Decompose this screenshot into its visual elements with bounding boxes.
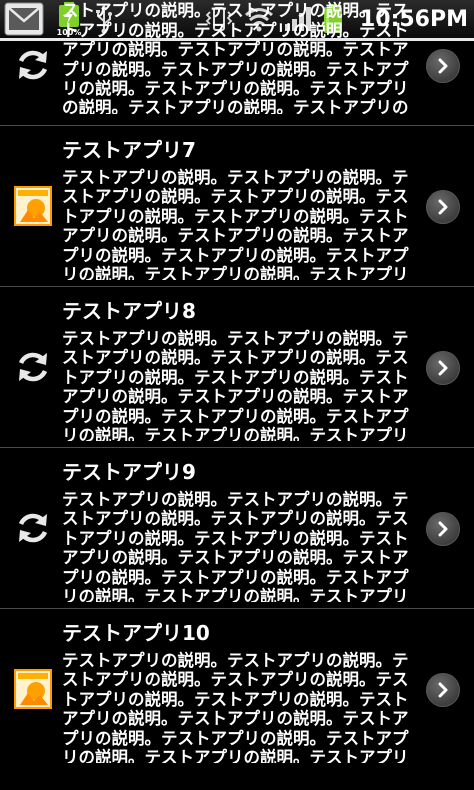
- image-app-icon: [14, 186, 52, 226]
- app-description: テストアプリの説明。テストアプリの説明。テストアプリの説明。テストアプリの説明。…: [62, 490, 409, 602]
- app-title: テストアプリ7: [62, 138, 196, 162]
- open-details-button[interactable]: [426, 351, 460, 385]
- app-title: テストアプリ9: [62, 460, 196, 484]
- sync-icon: [18, 50, 48, 80]
- app-title: テストアプリ10: [62, 621, 210, 645]
- chevron-right-icon: [438, 682, 448, 698]
- app-description: テストアプリの説明。テストアプリの説明。テストアプリの説明。テストアプリの説明。…: [62, 0, 409, 114]
- open-details-button[interactable]: [426, 190, 460, 224]
- app-description: テストアプリの説明。テストアプリの説明。テストアプリの説明。テストアプリの説明。…: [62, 168, 409, 280]
- open-details-button[interactable]: [426, 673, 460, 707]
- list-item[interactable]: テストアプリの説明。テストアプリの説明。テストアプリの説明。テストアプリの説明。…: [0, 0, 474, 126]
- list-item[interactable]: テストアプリ8 テストアプリの説明。テストアプリの説明。テストアプリの説明。テス…: [0, 287, 474, 448]
- image-app-icon: [14, 669, 52, 709]
- list-item[interactable]: テストアプリ10 テストアプリの説明。テストアプリの説明。テストアプリの説明。テ…: [0, 609, 474, 769]
- app-description: テストアプリの説明。テストアプリの説明。テストアプリの説明。テストアプリの説明。…: [62, 651, 409, 763]
- app-list[interactable]: テストアプリの説明。テストアプリの説明。テストアプリの説明。テストアプリの説明。…: [0, 0, 474, 769]
- chevron-right-icon: [438, 199, 448, 215]
- sync-icon: [18, 513, 48, 543]
- app-title: テストアプリ8: [62, 299, 196, 323]
- list-item[interactable]: テストアプリ7 テストアプリの説明。テストアプリの説明。テストアプリの説明。テス…: [0, 126, 474, 287]
- list-item[interactable]: テストアプリ9 テストアプリの説明。テストアプリの説明。テストアプリの説明。テス…: [0, 448, 474, 609]
- chevron-right-icon: [438, 58, 448, 74]
- open-details-button[interactable]: [426, 49, 460, 83]
- chevron-right-icon: [438, 521, 448, 537]
- chevron-right-icon: [438, 360, 448, 376]
- sync-icon: [18, 352, 48, 382]
- app-description: テストアプリの説明。テストアプリの説明。テストアプリの説明。テストアプリの説明。…: [62, 329, 409, 441]
- open-details-button[interactable]: [426, 512, 460, 546]
